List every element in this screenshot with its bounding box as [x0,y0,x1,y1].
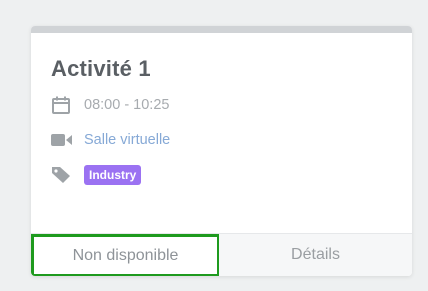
card-top-bar [31,26,412,33]
calendar-icon [51,94,73,116]
card-footer: Non disponible Détails [31,233,412,276]
unavailable-button[interactable]: Non disponible [31,234,220,276]
tag-row: Industry [51,164,392,186]
room-row: Salle virtuelle [51,129,392,151]
activity-card: Activité 1 08:00 - 10:25 Salle virtuelle [31,26,412,276]
details-button[interactable]: Détails [219,234,412,276]
activity-title: Activité 1 [51,56,151,81]
card-body: Activité 1 08:00 - 10:25 Salle virtuelle [31,33,412,186]
time-row: 08:00 - 10:25 [51,94,392,116]
industry-tag-badge: Industry [84,165,142,185]
video-camera-icon [51,129,73,151]
activity-time: 08:00 - 10:25 [84,97,170,113]
tag-icon [51,164,73,186]
virtual-room-link[interactable]: Salle virtuelle [84,132,170,148]
